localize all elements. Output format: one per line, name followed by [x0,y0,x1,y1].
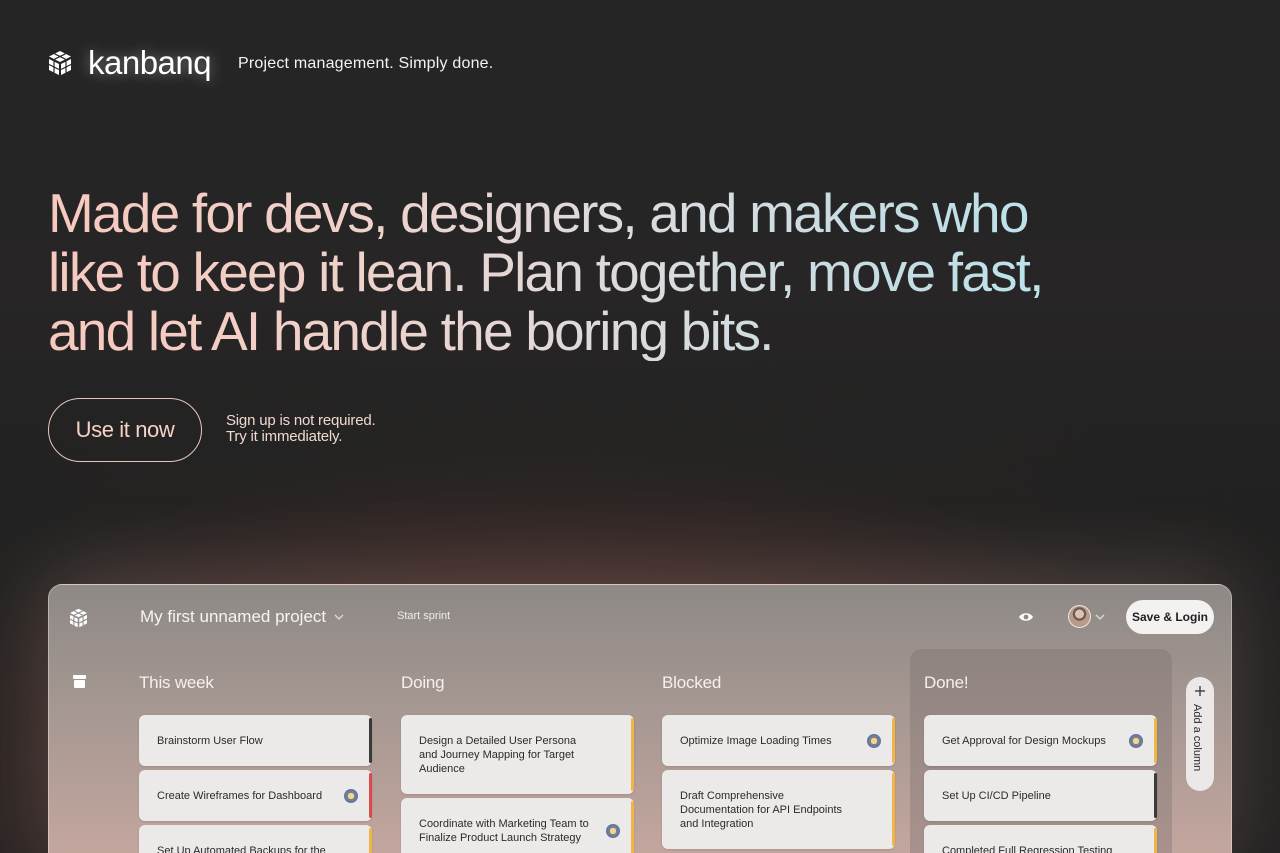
task-card-title: Set Up Automated Backups for the [157,845,326,853]
project-title: My first unnamed project [140,607,327,626]
task-card[interactable]: Set Up Automated Backups for the [139,825,372,853]
project-title-dropdown[interactable]: My first unnamed project [140,607,344,627]
brand[interactable]: kanbanq [48,44,212,82]
task-card-title: Optimize Image Loading Times [680,734,832,747]
column-doing: Doing Design a Detailed User Persona and… [401,673,635,853]
cta-note-line-2: Try it immediately. [226,428,343,445]
column-title: This week [139,673,214,692]
task-card[interactable]: Design a Detailed User Persona and Journ… [401,715,634,794]
cube-logo-icon [48,51,72,75]
cta-note-line-1: Sign up is not required. [226,412,376,429]
card-accent [1154,828,1157,853]
chevron-down-icon [1095,614,1105,620]
hero-line-2: like to keep it lean. Plan together, mov… [48,241,1043,303]
card-accent [892,773,895,846]
task-card[interactable]: Coordinate with Marketing Team to Finali… [401,798,634,853]
task-card[interactable]: Set Up CI/CD Pipeline [924,770,1157,821]
hero-line-1: Made for devs, designers, and makers who [48,182,1028,244]
app-preview: My first unnamed project Start sprint Sa… [48,584,1232,853]
add-column-label: Add a column [1191,704,1203,772]
chevron-down-icon [334,614,344,620]
card-accent [892,718,895,763]
task-card[interactable]: Optimize Image Loading Times [662,715,895,766]
eye-icon[interactable] [1018,611,1034,623]
user-menu[interactable] [1068,605,1105,628]
cube-logo-icon[interactable] [69,608,88,628]
archive-icon[interactable] [72,674,87,689]
task-card[interactable]: Draft Comprehensive Documentation for AP… [662,770,895,849]
avatar [1068,605,1091,628]
task-card-title: Set Up CI/CD Pipeline [942,789,1051,802]
assignee-icon [867,733,881,748]
task-card[interactable]: Brainstorm User Flow [139,715,372,766]
task-card[interactable]: Create Wireframes for Dashboard [139,770,372,821]
add-column-button[interactable]: Add a column [1186,677,1214,791]
task-card-title: Draft Comprehensive Documentation for AP… [680,789,843,830]
task-card-title: Design a Detailed User Persona and Journ… [419,734,577,775]
task-card-title: Coordinate with Marketing Team to Finali… [419,817,589,844]
hero-line-3: and let AI handle the boring bits. [48,300,773,362]
card-accent [369,828,372,853]
start-sprint-button[interactable]: Start sprint [397,610,450,622]
card-accent [1154,718,1157,763]
column-title: Doing [401,673,445,692]
card-accent [369,773,372,818]
task-card-title: Create Wireframes for Dashboard [157,789,323,802]
card-accent [1154,773,1157,818]
assignee-icon [606,823,620,838]
task-card[interactable]: Completed Full Regression Testing [924,825,1157,853]
card-accent [631,801,634,853]
brand-name: kanbanq [88,44,212,81]
cta-note: Sign up is not required. Try it immediat… [226,412,376,445]
column-title: Done! [924,673,969,692]
column-title: Blocked [662,673,722,692]
column-done: Done! Get Approval for Design Mockups Se… [924,673,1158,853]
column-blocked: Blocked Optimize Image Loading Times Dra… [662,673,896,853]
task-card-title: Brainstorm User Flow [157,734,263,747]
tagline: Project management. Simply done. [238,55,494,72]
save-login-button[interactable]: Save & Login [1126,600,1214,634]
task-card-title: Get Approval for Design Mockups [942,734,1106,747]
assignee-icon [344,788,358,803]
task-card-title: Completed Full Regression Testing [942,845,1113,853]
use-it-now-button[interactable]: Use it now [48,398,202,462]
task-card[interactable]: Get Approval for Design Mockups [924,715,1157,766]
assignee-icon [1129,733,1143,748]
card-accent [369,718,372,763]
column-this-week: This week Brainstorm User Flow Create Wi… [139,673,373,853]
hero-headline: Made for devs, designers, and makers who… [48,184,1108,361]
plus-icon [1195,686,1205,696]
card-accent [631,718,634,791]
